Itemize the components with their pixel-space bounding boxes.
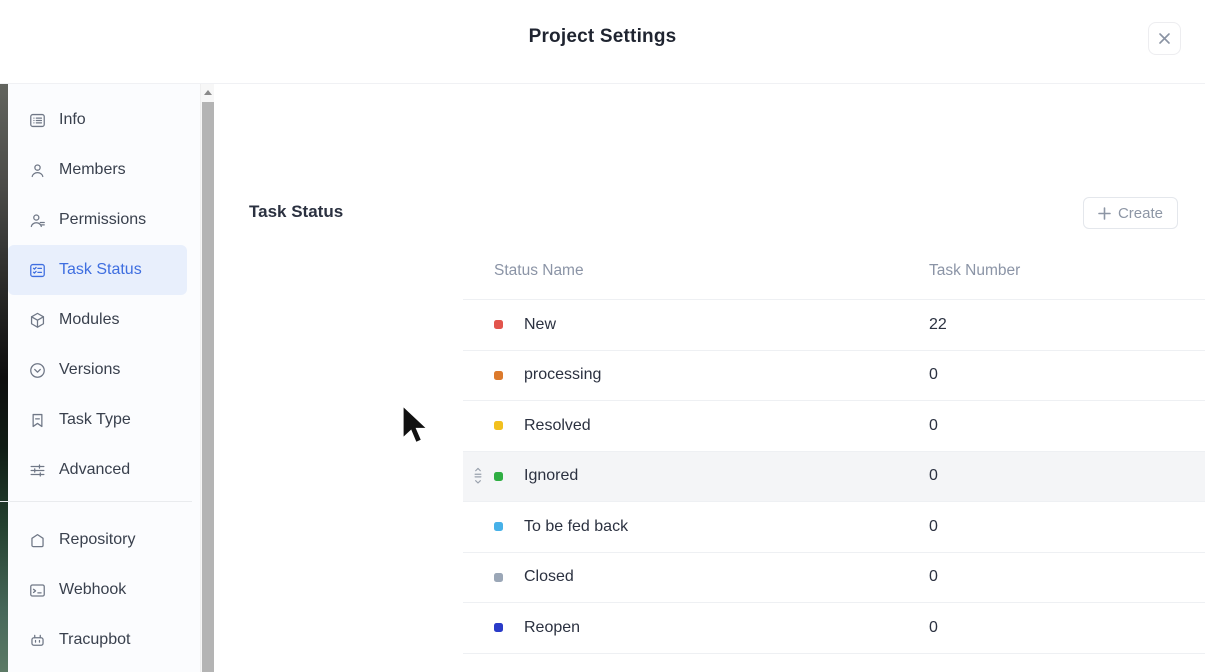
- sidebar-item-label: Members: [59, 161, 126, 179]
- person-key-icon: [28, 211, 47, 230]
- create-button[interactable]: Create: [1083, 197, 1178, 229]
- table-row-to-be-fed-back[interactable]: To be fed back 0: [463, 502, 1205, 553]
- sidebar-item-label: Tracupbot: [59, 631, 130, 649]
- drag-handle-icon[interactable]: [470, 466, 486, 486]
- status-color-dot: [494, 320, 503, 329]
- info-list-icon: [28, 111, 47, 130]
- sidebar-item-label: Info: [59, 111, 86, 129]
- sidebar-item-task-type[interactable]: Task Type: [8, 395, 187, 445]
- close-button[interactable]: [1148, 22, 1181, 55]
- task-number: 0: [929, 417, 938, 435]
- status-name: New: [524, 316, 556, 334]
- sidebar-item-tracupbot[interactable]: Tracupbot: [8, 615, 187, 665]
- sidebar-item-label: Webhook: [59, 581, 126, 599]
- sidebar-item-label: Advanced: [59, 461, 130, 479]
- table-row-ignored[interactable]: Ignored 0: [463, 452, 1205, 503]
- circle-check-icon: [28, 361, 47, 380]
- task-number: 0: [929, 619, 938, 637]
- scrollbar-up-button[interactable]: [201, 84, 215, 101]
- sidebar-item-label: Task Type: [59, 411, 131, 429]
- task-status-table: Status Name Task Number New 22 processing 0…: [463, 244, 1205, 654]
- sidebar-item-label: Permissions: [59, 211, 146, 229]
- sliders-icon: [28, 461, 47, 480]
- settings-sidebar: Info Members Permissions Task Status Modules…: [8, 84, 200, 672]
- sidebar-item-task-status[interactable]: Task Status: [8, 245, 187, 295]
- status-color-dot: [494, 623, 503, 632]
- person-icon: [28, 161, 47, 180]
- task-number: 0: [929, 467, 938, 485]
- status-name: Closed: [524, 568, 574, 586]
- column-header-task-number: Task Number: [929, 262, 1020, 280]
- column-header-status-name: Status Name: [494, 262, 584, 280]
- sidebar-item-label: Modules: [59, 311, 119, 329]
- status-name: Reopen: [524, 619, 580, 637]
- background-edge-strip: [0, 84, 8, 672]
- terminal-icon: [28, 581, 47, 600]
- status-color-dot: [494, 472, 503, 481]
- sidebar-item-permissions[interactable]: Permissions: [8, 195, 187, 245]
- status-name: To be fed back: [524, 518, 628, 536]
- status-color-dot: [494, 573, 503, 582]
- sidebar-item-repository[interactable]: Repository: [8, 515, 187, 565]
- close-icon: [1157, 31, 1172, 46]
- status-name: Ignored: [524, 467, 578, 485]
- sidebar-item-label: Task Status: [59, 261, 142, 279]
- sidebar-item-members[interactable]: Members: [8, 145, 187, 195]
- table-row-reopen[interactable]: Reopen 0: [463, 603, 1205, 654]
- task-number: 0: [929, 568, 938, 586]
- section-title: Task Status: [249, 202, 343, 222]
- sidebar-item-info[interactable]: Info: [8, 95, 187, 145]
- table-row-closed[interactable]: Closed 0: [463, 553, 1205, 604]
- create-button-label: Create: [1118, 205, 1163, 222]
- status-color-dot: [494, 522, 503, 531]
- task-number: 0: [929, 518, 938, 536]
- sidebar-item-label: Repository: [59, 531, 135, 549]
- task-number: 0: [929, 366, 938, 384]
- sidebar-item-advanced[interactable]: Advanced: [8, 445, 187, 495]
- status-name: Resolved: [524, 417, 591, 435]
- table-header: Status Name Task Number: [463, 244, 1205, 300]
- status-color-dot: [494, 371, 503, 380]
- status-color-dot: [494, 421, 503, 430]
- plus-icon: [1098, 207, 1111, 220]
- page-title: Project Settings: [0, 26, 1205, 48]
- content-panel: Task Status Create Status Name Task Numb…: [214, 84, 1205, 672]
- checklist-icon: [28, 261, 47, 280]
- sidebar-item-versions[interactable]: Versions: [8, 345, 187, 395]
- bookmark-icon: [28, 411, 47, 430]
- table-row-resolved[interactable]: Resolved 0: [463, 401, 1205, 452]
- cube-icon: [28, 311, 47, 330]
- table-row-processing[interactable]: processing 0: [463, 351, 1205, 402]
- sidebar-item-modules[interactable]: Modules: [8, 295, 187, 345]
- scroll-up-arrow-icon: [204, 90, 212, 95]
- scrollbar-thumb[interactable]: [202, 102, 214, 672]
- sidebar-scrollbar[interactable]: [200, 84, 214, 672]
- sidebar-divider: [0, 501, 192, 502]
- status-name: processing: [524, 366, 601, 384]
- robot-icon: [28, 631, 47, 650]
- task-status-table-body: New22processing0Resolved0Ignored0To be f…: [463, 300, 1205, 654]
- repository-icon: [28, 531, 47, 550]
- sidebar-item-label: Versions: [59, 361, 120, 379]
- table-row-new[interactable]: New 22: [463, 300, 1205, 351]
- modal-header: Project Settings: [0, 0, 1205, 84]
- task-number: 22: [929, 316, 947, 334]
- sidebar-item-webhook[interactable]: Webhook: [8, 565, 187, 615]
